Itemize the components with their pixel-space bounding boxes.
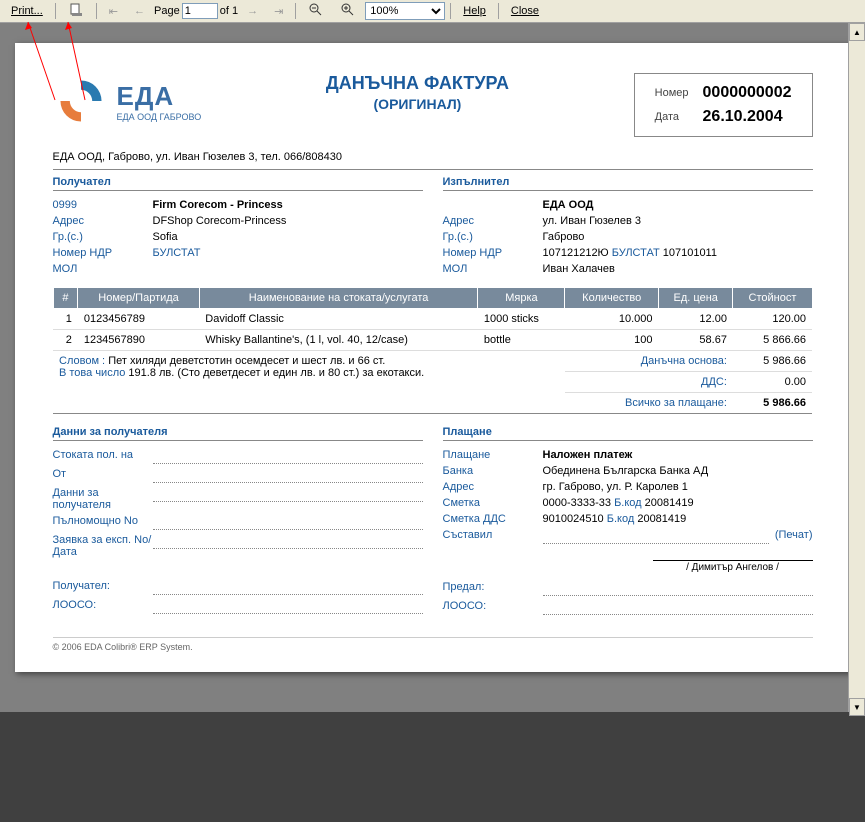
logo: ЕДАЕДА ООД ГАБРОВО xyxy=(53,73,202,129)
first-page-button[interactable]: ⇤ xyxy=(102,2,125,21)
supplier-block: Изпълнител ЕДА ООД Адресул. Иван Гюзелев… xyxy=(443,176,813,277)
invoice-title: ДАНЪЧНА ФАКТУРА(ОРИГИНАЛ) xyxy=(201,73,633,112)
page-label: Page xyxy=(154,5,180,17)
table-row: 10123456789Davidoff Classic1000 sticks10… xyxy=(53,309,812,330)
items-table: #Номер/ПартидаНаименование на стоката/ус… xyxy=(53,287,813,414)
scroll-down-icon[interactable]: ▼ xyxy=(849,698,865,716)
zoom-out-button[interactable] xyxy=(301,0,331,24)
page-setup-button[interactable] xyxy=(61,0,91,24)
page-of-label: of 1 xyxy=(220,5,238,17)
toolbar: Print... ⇤ ← Page of 1 → ⇥ 100% Help Clo… xyxy=(0,0,865,23)
signature: / Димитър Ангелов / xyxy=(653,560,813,573)
prev-page-button[interactable]: ← xyxy=(127,2,152,20)
recipient-data-block: Данни за получателя Стоката пол. на От Д… xyxy=(53,426,423,617)
company-line: ЕДА ООД, Габрово, ул. Иван Гюзелев 3, те… xyxy=(53,151,813,163)
last-page-button[interactable]: ⇥ xyxy=(267,2,290,21)
invoice-meta: Номер0000000002 Дата26.10.2004 xyxy=(634,73,813,137)
print-button[interactable]: Print... xyxy=(4,2,50,20)
payment-block: Плащане ПлащанеНаложен платеж БанкаОбеди… xyxy=(443,426,813,617)
table-row: 21234567890Whisky Ballantine's, (1 l, vo… xyxy=(53,330,812,351)
zoom-select[interactable]: 100% xyxy=(365,2,445,20)
page-input[interactable] xyxy=(182,3,218,19)
recipient-block: Получател 0999Firm Corecom - Princess Ад… xyxy=(53,176,423,277)
footer: © 2006 EDA Colibri® ERP System. xyxy=(53,637,813,652)
next-page-button[interactable]: → xyxy=(240,2,265,20)
zoom-in-button[interactable] xyxy=(333,0,363,24)
invoice-page: ЕДАЕДА ООД ГАБРОВО ДАНЪЧНА ФАКТУРА(ОРИГИ… xyxy=(15,43,851,672)
scroll-up-icon[interactable]: ▲ xyxy=(849,23,865,41)
close-button[interactable]: Close xyxy=(504,2,546,20)
help-button[interactable]: Help xyxy=(456,2,493,20)
preview-viewport: ЕДАЕДА ООД ГАБРОВО ДАНЪЧНА ФАКТУРА(ОРИГИ… xyxy=(0,23,865,712)
vertical-scrollbar[interactable]: ▲ ▼ xyxy=(848,23,865,712)
